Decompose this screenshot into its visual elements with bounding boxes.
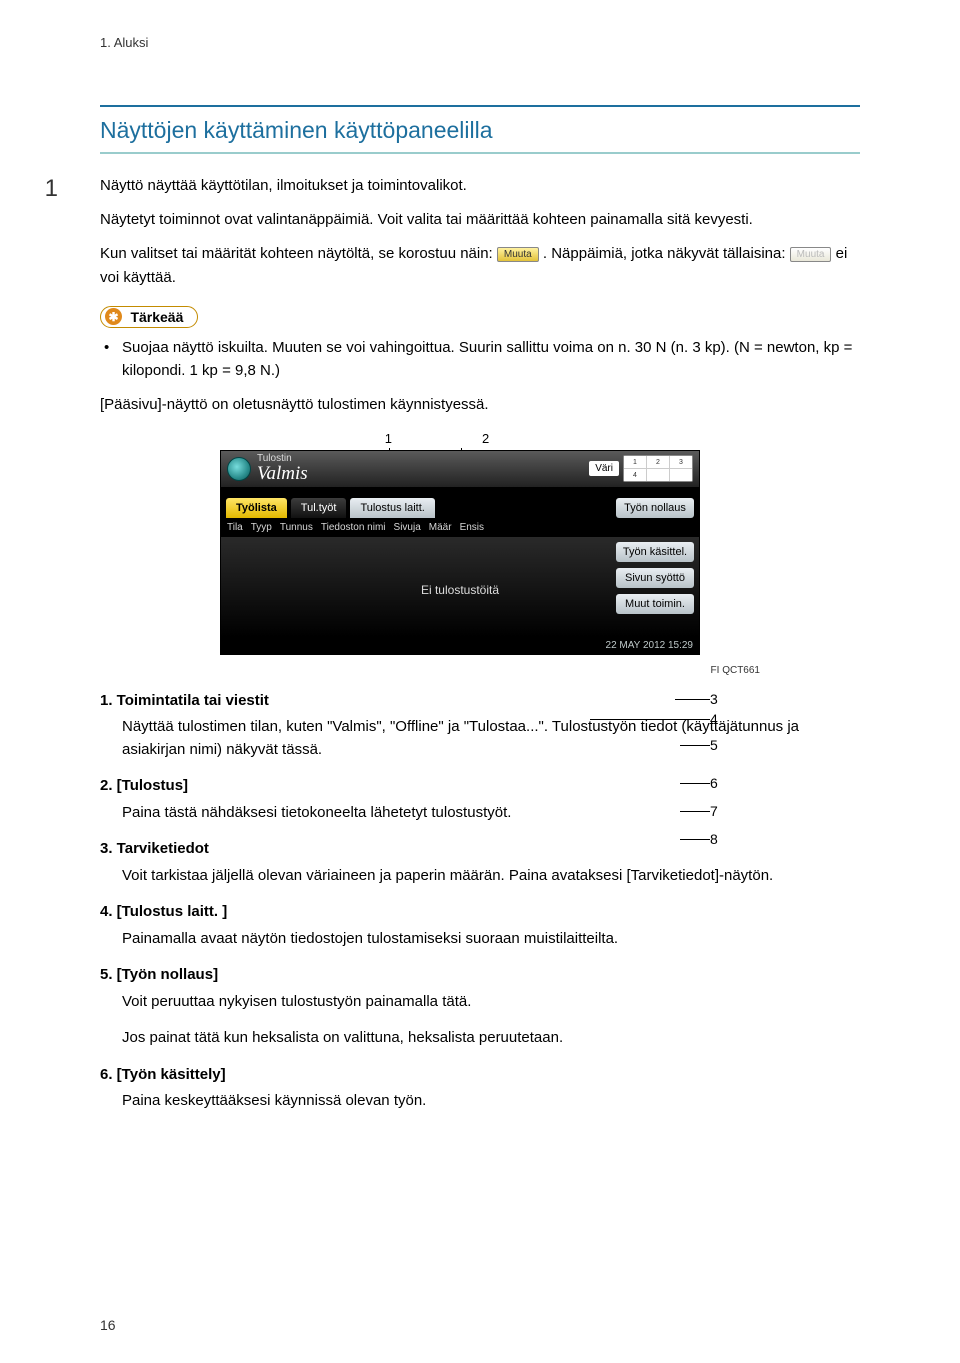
callout-number: 6 (710, 775, 718, 791)
panel-header-right: Väri 1 2 3 4 (589, 455, 693, 482)
btn-job-handling[interactable]: Työn käsittel. (616, 542, 694, 562)
tab-joblist[interactable]: Työlista (226, 498, 287, 518)
btn-other-actions[interactable]: Muut toimin. (616, 594, 694, 614)
callout-number: 8 (710, 831, 718, 847)
def-term: 6. [Työn käsittely] (100, 1064, 860, 1087)
tray-cell: 2 (647, 456, 669, 468)
panel-footer: 22 MAY 2012 15:29 (221, 637, 699, 654)
btn-form-feed[interactable]: Sivun syöttö (616, 568, 694, 588)
col-header: Tyyp (251, 522, 272, 533)
col-header: Tila (227, 522, 243, 533)
def-desc: Jos painat tätä kun heksalista on valitt… (122, 1027, 860, 1050)
page-number: 16 (100, 1317, 116, 1333)
chapter-number-badge: 1 (0, 175, 68, 203)
callout-number: 7 (710, 803, 718, 819)
def-term: 3. Tarviketiedot (100, 838, 860, 861)
paragraph-fragment: . Näppäimiä, jotka näkyvät tällaisina: (543, 245, 790, 262)
section-title: Näyttöjen käyttäminen käyttöpaneelilla (100, 117, 860, 144)
tray-indicator[interactable]: 1 2 3 4 (623, 455, 693, 482)
asterisk-icon: ✱ (105, 308, 122, 325)
paragraph: Näyttö näyttää käyttötilan, ilmoitukset … (100, 174, 860, 198)
panel-figure: 1 2 Tulostin Valmis Väri 1 2 3 4 (220, 431, 740, 655)
paragraph: Kun valitset tai määrität kohteen näytöl… (100, 242, 860, 290)
callout-line (675, 699, 710, 700)
printer-panel: Tulostin Valmis Väri 1 2 3 4 (220, 450, 700, 655)
tab-printjobs[interactable]: Tul.työt (291, 498, 347, 518)
panel-header: Tulostin Valmis Väri 1 2 3 4 (221, 451, 699, 487)
running-header: 1. Aluksi (100, 30, 860, 50)
important-label: Tärkeää (130, 309, 183, 325)
tray-cell: 4 (624, 469, 646, 481)
section-title-block: Näyttöjen käyttäminen käyttöpaneelilla (100, 105, 860, 154)
inline-button-highlighted: Muuta (497, 247, 539, 262)
important-callout: ✱ Tärkeää (100, 306, 198, 328)
printer-icon (227, 457, 251, 481)
definition-list: 1. Toimintatila tai viestit Näyttää tulo… (100, 690, 860, 1113)
def-desc: Näyttää tulostimen tilan, kuten "Valmis"… (122, 716, 860, 761)
tab-print-from-device[interactable]: Tulostus laitt. (350, 498, 434, 518)
figure-code: FI QCT661 (100, 665, 760, 676)
column-header-row: Tila Tyyp Tunnus Tiedoston nimi Sivuja M… (221, 518, 699, 537)
def-desc: Paina keskeyttääksesi käynnissä olevan t… (122, 1090, 860, 1113)
callout-number: 2 (482, 431, 489, 446)
panel-status: Valmis (257, 464, 589, 484)
panel-header-text: Tulostin Valmis (257, 454, 589, 484)
def-term: 5. [Työn nollaus] (100, 964, 860, 987)
callout-top-row: 1 2 (220, 431, 740, 446)
callout-number: 1 (385, 431, 392, 446)
tab-row: Työlista Tul.työt Tulostus laitt. Työn n… (221, 493, 699, 518)
def-term: 4. [Tulostus laitt. ] (100, 901, 860, 924)
paragraph-fragment: Kun valitset tai määrität kohteen näytöl… (100, 245, 497, 262)
callout-line (590, 719, 710, 720)
def-desc: Voit peruuttaa nykyisen tulostustyön pai… (122, 991, 860, 1014)
col-header: Määr (429, 522, 452, 533)
callout-line (680, 745, 710, 746)
def-term: 2. [Tulostus] (100, 775, 860, 798)
paragraph: [Pääsivu]-näyttö on oletusnäyttö tulosti… (100, 393, 860, 417)
callout-number: 4 (710, 711, 718, 727)
col-header: Ensis (460, 522, 484, 533)
callout-line (680, 811, 710, 812)
panel-datetime: 22 MAY 2012 15:29 (606, 640, 693, 651)
col-header: Tunnus (280, 522, 313, 533)
color-pill[interactable]: Väri (589, 461, 619, 476)
tray-cell (647, 469, 669, 481)
callout-number: 5 (710, 737, 718, 753)
chapter-number: 1 (45, 175, 58, 202)
def-desc: Painamalla avaat näytön tiedostojen tulo… (122, 928, 860, 951)
job-list-body: Ei tulostustöitä Työn käsittel. Sivun sy… (221, 537, 699, 637)
callout-number: 3 (710, 691, 718, 707)
callout-line (680, 839, 710, 840)
callout-line (680, 783, 710, 784)
tray-cell: 1 (624, 456, 646, 468)
bullet-item: Suojaa näyttö iskuilta. Muuten se voi va… (122, 336, 860, 383)
col-header: Sivuja (394, 522, 421, 533)
tray-cell: 3 (670, 456, 692, 468)
tray-cell (670, 469, 692, 481)
def-desc: Paina tästä nähdäksesi tietokoneelta läh… (122, 802, 860, 825)
inline-button-disabled: Muuta (790, 247, 832, 262)
paragraph: Näytetyt toiminnot ovat valintanäppäimiä… (100, 208, 860, 232)
col-header: Tiedoston nimi (321, 522, 386, 533)
btn-job-reset[interactable]: Työn nollaus (616, 498, 694, 518)
side-button-stack: Työn käsittel. Sivun syöttö Muut toimin. (616, 542, 694, 614)
def-term: 1. Toimintatila tai viestit (100, 690, 860, 713)
def-desc: Voit tarkistaa jäljellä olevan väriainee… (122, 865, 860, 888)
